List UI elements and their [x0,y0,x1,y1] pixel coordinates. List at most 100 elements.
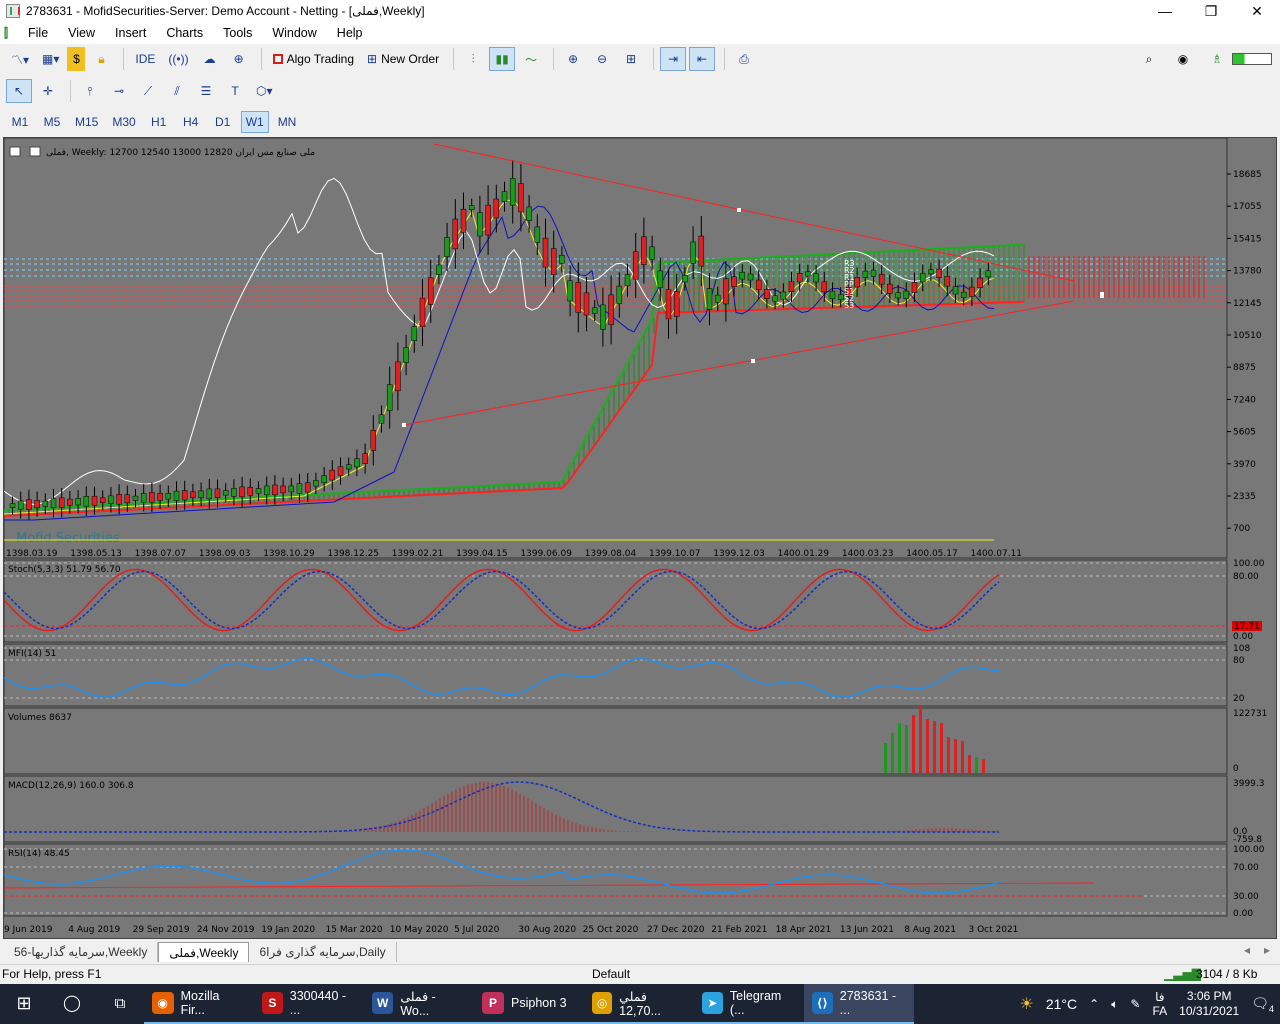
notifications-icon[interactable]: 🗨︎4 [1251,995,1274,1014]
menu-tools[interactable]: Tools [213,26,262,40]
maximize-button[interactable]: ❐ [1188,0,1234,22]
candle [108,495,114,504]
chart-shift-icon[interactable]: ⇤ [689,47,716,71]
ide-button[interactable]: IDE [130,47,160,71]
weather-icon[interactable]: ☀ [1020,994,1034,1014]
tf-h1[interactable]: H1 [145,111,173,133]
fibonacci-icon[interactable]: ☰ [193,79,219,103]
start-button[interactable]: ⊞ [0,984,48,1024]
tf-mn[interactable]: MN [273,111,302,133]
candle [181,490,188,501]
taskbar-app-0[interactable]: ◉ Mozilla Fir... [144,984,254,1024]
level-tick: 0.00 [1233,632,1253,642]
search-taskbar-icon[interactable]: ◯ [48,984,96,1024]
date-tick-bottom: 5 Jul 2020 [454,925,499,935]
tf-w1[interactable]: W1 [240,111,269,133]
vps-icon[interactable]: ⊕ [226,47,252,71]
candle [370,430,377,451]
vertical-line-icon[interactable]: ⫯ [77,79,103,103]
tf-m1[interactable]: M1 [6,111,34,133]
account-icon[interactable]: ◉ [1170,47,1196,71]
clock[interactable]: 3:06 PM 10/31/2021 [1179,989,1239,1019]
price-tick: 12145 [1233,299,1262,309]
chart-type-icon[interactable]: 〽▾ [6,47,34,71]
taskbar-app-4[interactable]: ◎ فملي 12,70... [584,984,694,1024]
new-order-button[interactable]: ⊞ New Order [362,47,444,71]
trendline-icon[interactable]: ⟋ [135,79,161,103]
date-tick: 1399.12.03 [713,549,765,559]
shapes-icon[interactable]: ⬡▾ [251,79,278,103]
cursor-icon[interactable]: ↖ [6,79,32,103]
candle [91,495,98,506]
menu-view[interactable]: View [58,26,105,40]
tf-m30[interactable]: M30 [107,111,140,133]
language-indicator[interactable]: فا FA [1152,990,1167,1018]
tab-chart-1[interactable]: 56-سرمایه گذاریها,Weekly [4,942,159,962]
signal-strength-icon[interactable]: ♗ [1204,47,1230,71]
lock-icon[interactable]: 🔒︎ [88,47,114,71]
crosshair-icon[interactable]: ✛ [35,79,61,103]
candlestick-icon[interactable]: ▮▮ [489,47,516,71]
pen-icon[interactable]: ✎ [1130,997,1140,1011]
tab-chart-3[interactable]: سرمایه گذاری فرا6,Daily [249,942,397,962]
system-tray: ☀ 21°C ⌃ 🔈︎ ✎ فا FA 3:06 PM 10/31/2021 🗨… [1014,984,1280,1024]
screenshot-icon[interactable]: ⎙ [731,47,757,71]
algo-trading-button[interactable]: Algo Trading [268,47,359,71]
close-button[interactable]: ✕ [1234,0,1280,22]
chart-window[interactable]: فملی, Weekly: 12700 12540 13000 12820 مل… [3,137,1277,939]
date-tick-bottom: 24 Nov 2019 [197,925,255,935]
date-tick: 1399.04.15 [456,549,508,559]
level-tick: 30.00 [1233,892,1259,902]
profiles-icon[interactable]: ▦▾ [37,47,64,71]
candle [952,286,959,295]
candle [862,270,869,278]
bar-chart-icon[interactable]: ⫶ [460,47,486,71]
mdi-icon[interactable]: ⫿ [0,26,18,41]
minimize-button[interactable]: — [1142,0,1188,22]
app-icon [6,4,20,18]
line-chart-icon[interactable]: 〜 [518,47,544,71]
taskbar-app-5[interactable]: ➤ Telegram (... [694,984,804,1024]
menu-help[interactable]: Help [327,26,373,40]
weather-temp[interactable]: 21°C [1046,996,1077,1012]
app-icon: ⟨⟩ [812,992,833,1014]
signal-icon[interactable]: ((•)) [163,47,193,71]
horizontal-line-icon[interactable]: ⊸ [106,79,132,103]
market-watch-icon[interactable]: $ [67,47,86,71]
tab-chart-2[interactable]: فملی,Weekly [158,942,250,962]
candle [657,270,664,288]
channel-icon[interactable]: ⫽ [164,79,190,103]
speaker-icon[interactable]: 🔈︎ [1111,997,1118,1012]
tf-m15[interactable]: M15 [70,111,103,133]
taskbar-app-1[interactable]: S 3300440 - ... [254,984,364,1024]
menu-window[interactable]: Window [262,26,326,40]
task-view-icon[interactable]: ⧉ [96,984,144,1024]
candle [919,273,926,283]
zoom-in-icon[interactable]: ⊕ [560,47,586,71]
taskbar-app-3[interactable]: P Psiphon 3 [474,984,584,1024]
tab-scroll-right-icon[interactable]: ▸ [1264,943,1270,957]
cloud-icon[interactable]: ☁ [197,47,223,71]
tf-m5[interactable]: M5 [38,111,66,133]
search-icon[interactable]: ⌕ [1136,47,1162,71]
candle [854,277,860,288]
menu-charts[interactable]: Charts [156,26,213,40]
tf-h4[interactable]: H4 [177,111,205,133]
autoscroll-icon[interactable]: ⇥ [660,47,687,71]
tab-scroll-left-icon[interactable]: ◂ [1244,943,1250,957]
menu-insert[interactable]: Insert [105,26,156,40]
zoom-out-icon[interactable]: ⊖ [589,47,615,71]
taskbar-app-6[interactable]: ⟨⟩ 2783631 - ... [804,984,914,1024]
date-tick: 1400.07.11 [971,549,1023,559]
tray-chevron-icon[interactable]: ⌃ [1089,997,1099,1011]
price-chart[interactable]: فملی, Weekly: 12700 12540 13000 12820 مل… [4,138,1278,940]
candle [723,278,729,305]
candle [149,492,155,503]
menu-file[interactable]: File [18,26,58,40]
candle [34,500,40,509]
tf-d1[interactable]: D1 [209,111,237,133]
macd-label: MACD(12,26,9) 160.0 306.8 [8,781,134,791]
tile-windows-icon[interactable]: ⊞ [618,47,644,71]
taskbar-app-2[interactable]: W فملی - Wo... [364,984,474,1024]
text-icon[interactable]: T [222,79,248,103]
